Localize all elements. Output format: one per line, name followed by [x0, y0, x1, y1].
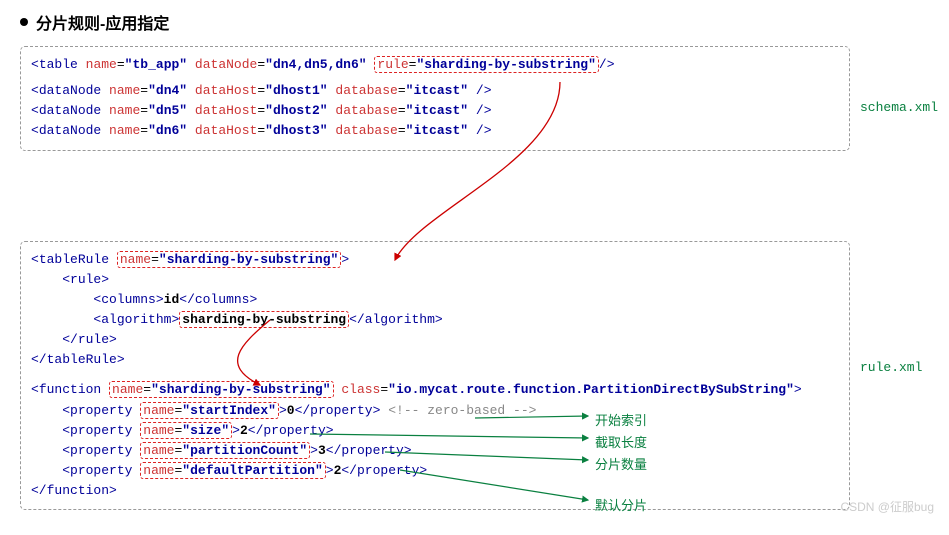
code-line: </function>: [31, 481, 839, 501]
code-line: <dataNode name="dn5" dataHost="dhost2" d…: [31, 101, 839, 121]
code-line: <property name="partitionCount">3</prope…: [31, 441, 839, 461]
rule-label: rule.xml: [860, 360, 922, 375]
code-line: <columns>id</columns>: [31, 290, 839, 310]
annotation-cut-length: 截取长度: [595, 432, 647, 451]
code-line: <table name="tb_app" dataNode="dn4,dn5,d…: [31, 55, 839, 75]
schema-code-box: <table name="tb_app" dataNode="dn4,dn5,d…: [20, 46, 850, 151]
code-line: <tableRule name="sharding-by-substring">: [31, 250, 839, 270]
code-line: </tableRule>: [31, 350, 839, 370]
code-line: <property name="size">2</property>: [31, 421, 839, 441]
code-line: <dataNode name="dn6" dataHost="dhost3" d…: [31, 121, 839, 141]
code-line: <function name="sharding-by-substring" c…: [31, 380, 839, 400]
rule-attr-highlight: rule="sharding-by-substring": [374, 56, 598, 73]
prop-name-highlight: name="partitionCount": [140, 442, 310, 459]
algorithm-highlight: sharding-by-substring: [179, 311, 349, 328]
rule-code-box: <tableRule name="sharding-by-substring">…: [20, 241, 850, 511]
code-line: </rule>: [31, 330, 839, 350]
prop-name-highlight: name="size": [140, 422, 232, 439]
code-line: <rule>: [31, 270, 839, 290]
tablerule-name-highlight: name="sharding-by-substring": [117, 251, 341, 268]
annotation-default-partition: 默认分片: [595, 495, 647, 514]
prop-name-highlight: name="defaultPartition": [140, 462, 325, 479]
annotation-partition-count: 分片数量: [595, 454, 647, 473]
heading-text: 分片规则-应用指定: [36, 10, 169, 34]
prop-name-highlight: name="startIndex": [140, 402, 279, 419]
function-name-highlight: name="sharding-by-substring": [109, 381, 333, 398]
watermark: CSDN @征服bug: [840, 498, 934, 515]
bullet-icon: [20, 18, 28, 26]
code-line: <algorithm>sharding-by-substring</algori…: [31, 310, 839, 330]
code-line: <dataNode name="dn4" dataHost="dhost1" d…: [31, 81, 839, 101]
code-line: <property name="startIndex">0</property>…: [31, 401, 839, 421]
annotation-start-index: 开始索引: [595, 410, 647, 429]
section-heading: 分片规则-应用指定: [20, 10, 929, 34]
schema-label: schema.xml: [860, 100, 938, 115]
code-line: <property name="defaultPartition">2</pro…: [31, 461, 839, 481]
